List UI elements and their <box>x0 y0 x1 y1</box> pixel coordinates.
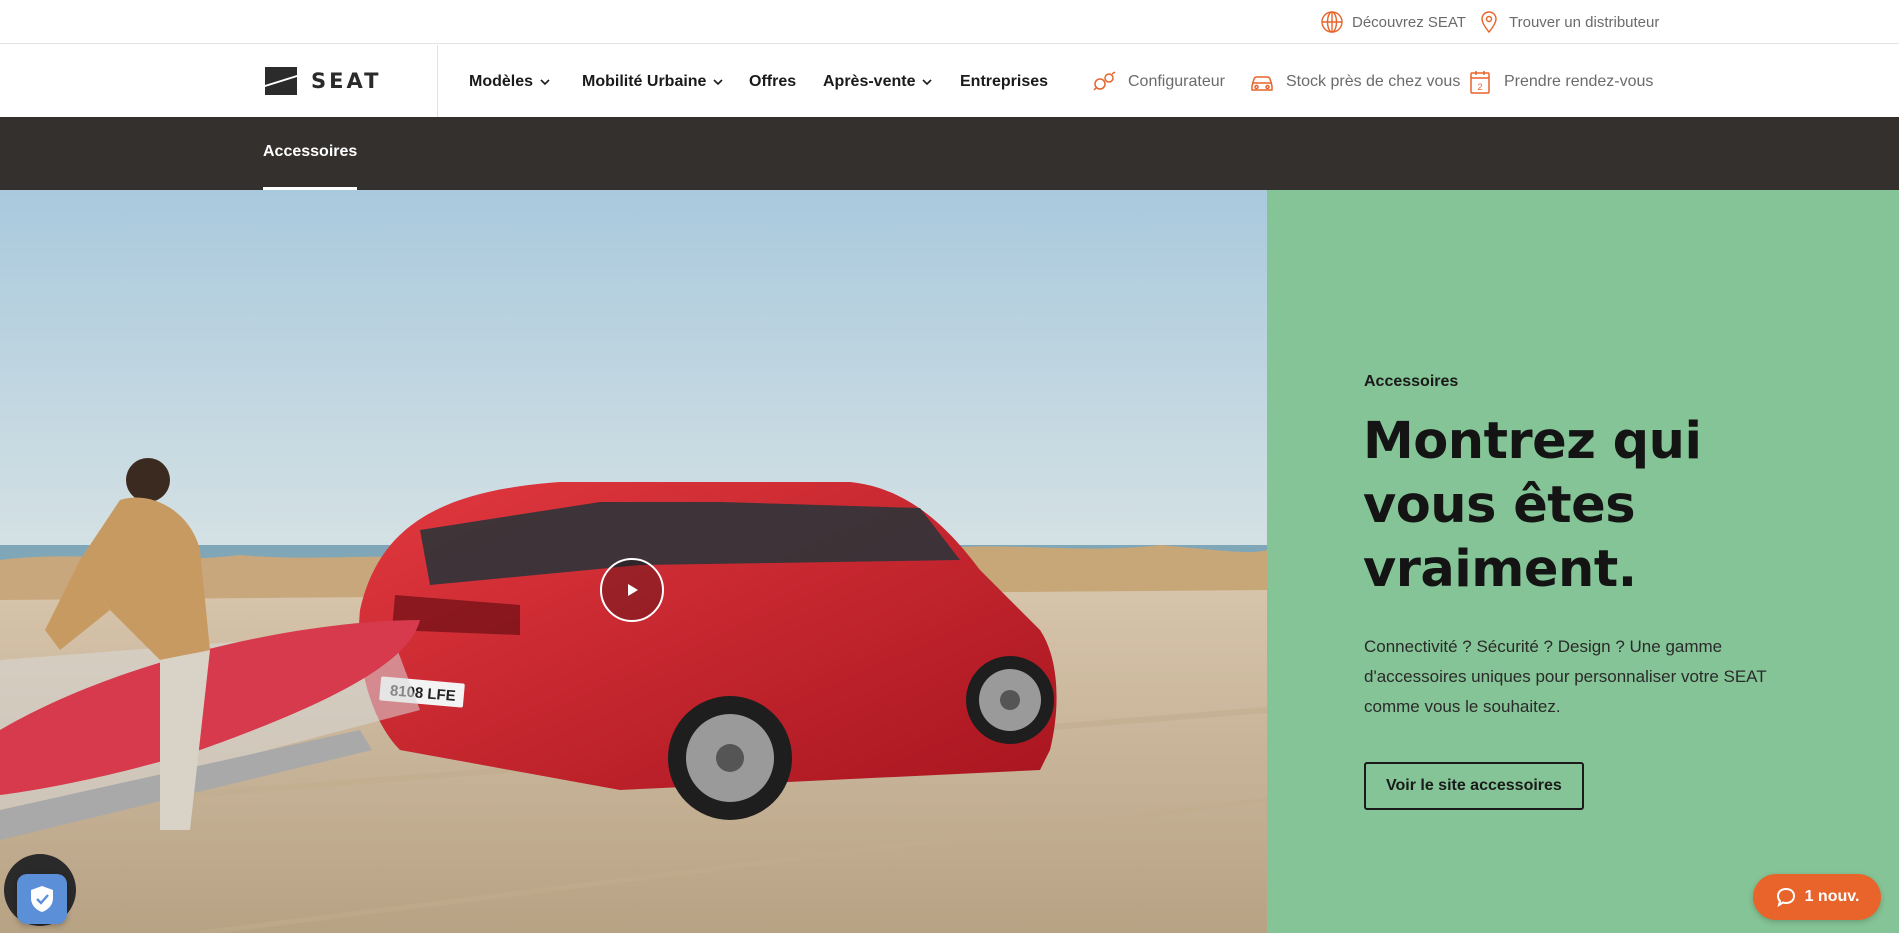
nav-tool-configurateur[interactable]: Configurateur <box>1090 67 1225 97</box>
nav-item-entreprises[interactable]: Entreprises <box>960 71 1048 93</box>
chat-widget-label: 1 nouv. <box>1804 888 1860 905</box>
hero-section: 8108 LFE Accessoires Montrez qui vous êt… <box>0 190 1899 933</box>
main-navigation: SEAT Modèles Mobilité Urbaine Offres Apr… <box>0 45 1899 117</box>
nav-tool-rendez-vous[interactable]: 2 Prendre rendez-vous <box>1466 67 1653 97</box>
nav-divider <box>437 45 438 117</box>
logo-wordmark: SEAT <box>311 69 382 93</box>
nav-item-label: Mobilité Urbaine <box>582 73 707 90</box>
privacy-settings-button[interactable] <box>17 874 67 924</box>
hero-text-panel: Accessoires Montrez qui vous êtes vraime… <box>1267 190 1899 933</box>
globe-icon <box>1321 11 1343 33</box>
find-dealer-link[interactable]: Trouver un distributeur <box>1477 10 1659 34</box>
subnav-tab-accessoires[interactable]: Accessoires <box>263 117 358 190</box>
hero-headline: Montrez qui vous êtes vraiment. <box>1363 412 1702 599</box>
nav-item-mobilite-urbaine[interactable]: Mobilité Urbaine <box>582 71 724 93</box>
location-pin-icon <box>1481 11 1497 34</box>
accessories-site-button[interactable]: Voir le site accessoires <box>1364 762 1584 810</box>
chevron-down-icon <box>713 79 724 86</box>
nav-tool-label: Prendre rendez-vous <box>1504 73 1654 90</box>
chat-widget-button[interactable]: 1 nouv. <box>1753 874 1881 920</box>
seat-logo[interactable]: SEAT <box>263 63 405 99</box>
discover-seat-link[interactable]: Découvrez SEAT <box>1320 10 1466 34</box>
nav-tool-stock[interactable]: Stock près de chez vous <box>1248 67 1460 97</box>
nav-item-label: Offres <box>749 73 797 90</box>
chevron-down-icon <box>540 79 550 86</box>
nav-item-label: Après-vente <box>823 73 916 90</box>
calendar-icon-digit: 2 <box>1477 82 1482 92</box>
play-icon <box>628 584 638 596</box>
nav-tool-label: Stock près de chez vous <box>1286 73 1461 90</box>
find-dealer-label: Trouver un distributeur <box>1509 13 1660 31</box>
nav-item-label: Entreprises <box>960 73 1049 90</box>
hero-image: 8108 LFE <box>0 190 1267 933</box>
utility-bar: Découvrez SEAT Trouver un distributeur <box>0 0 1899 44</box>
hero-body-text: Connectivité ? Sécurité ? Design ? Une g… <box>1364 637 1767 716</box>
play-video-button[interactable] <box>600 558 664 622</box>
chevron-down-icon <box>922 79 933 86</box>
nav-item-modeles[interactable]: Modèles <box>469 71 551 93</box>
nav-item-label: Modèles <box>469 73 534 90</box>
chat-bubble-icon <box>1776 887 1795 908</box>
hero-eyebrow: Accessoires <box>1364 373 1459 390</box>
nav-item-apres-vente[interactable]: Après-vente <box>823 71 933 93</box>
car-icon <box>1251 76 1273 91</box>
discover-seat-label: Découvrez SEAT <box>1352 13 1466 31</box>
configurator-icon <box>1093 71 1116 91</box>
sub-navigation: Accessoires <box>0 117 1899 190</box>
shield-check-icon <box>31 886 53 912</box>
calendar-icon: 2 <box>1470 71 1490 94</box>
seat-s-icon <box>265 67 297 95</box>
nav-item-offres[interactable]: Offres <box>749 71 796 93</box>
nav-tool-label: Configurateur <box>1128 73 1225 90</box>
